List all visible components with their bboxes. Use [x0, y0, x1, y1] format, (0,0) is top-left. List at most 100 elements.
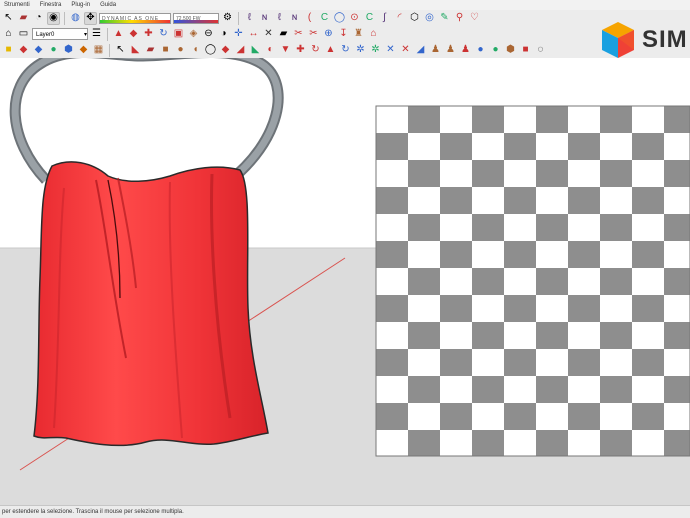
house-icon[interactable]: ⌂ — [367, 28, 380, 41]
circle-tool-icon[interactable]: ● — [47, 44, 60, 57]
pan-icon[interactable]: ✥ — [84, 11, 97, 25]
gradient-slider-track — [174, 19, 218, 23]
menu-strumenti[interactable]: Strumenti — [4, 0, 30, 10]
select-arrow-icon[interactable]: ↖ — [2, 12, 15, 25]
dims-icon[interactable]: ◣ — [249, 44, 262, 57]
section-tool-icon[interactable]: ● — [474, 44, 487, 57]
protractor-icon[interactable]: ◑ — [217, 28, 230, 41]
style-icon[interactable]: ◌ — [534, 44, 547, 57]
camera-icon[interactable]: ◉ — [47, 11, 60, 25]
section-icon[interactable]: ✂ — [292, 28, 305, 41]
offset-icon[interactable]: ◈ — [187, 28, 200, 41]
eraser-icon[interactable]: ▰ — [17, 12, 30, 25]
arc-icon[interactable]: ◜ — [393, 12, 406, 25]
move-icon[interactable]: ✚ — [142, 28, 155, 41]
pushpull-icon[interactable]: ▲ — [112, 28, 125, 41]
layer-selector[interactable]: Layer0 ▾ — [32, 28, 88, 40]
axes-tool-icon[interactable]: ✚ — [294, 44, 307, 57]
toolbar-row-3: ■ ◆ ◆ ● ⬢ ◆ ▦ ↖ ◣ ▰ ■ ● ◖ ◯ ◆ ◢ ◣ ◐ ▼ ✚ … — [0, 42, 560, 58]
walk-icon[interactable]: ♟ — [429, 44, 442, 57]
tape-tool-icon[interactable]: ◢ — [234, 44, 247, 57]
house-icon[interactable]: ⌂ — [2, 28, 15, 41]
google-earth-icon[interactable]: ● — [489, 44, 502, 57]
sketch-curve-icon[interactable]: ℓ — [243, 12, 256, 25]
previous-icon[interactable]: ✕ — [399, 44, 412, 57]
sketch-curve-icon[interactable]: ɴ — [258, 12, 271, 25]
pan-tool-icon[interactable]: ↻ — [339, 44, 352, 57]
arc-icon[interactable]: ( — [303, 12, 316, 25]
position-camera-icon[interactable]: ♟ — [459, 44, 472, 57]
rotate-icon[interactable]: ↻ — [157, 28, 170, 41]
wrench-icon[interactable]: ⚙ — [221, 12, 234, 25]
polygon-icon[interactable]: ⬡ — [408, 12, 421, 25]
menu-finestra[interactable]: Finestra — [40, 0, 62, 10]
3dtext-tool-icon[interactable]: ↻ — [309, 44, 322, 57]
3d-text-icon[interactable]: ▰ — [277, 28, 290, 41]
brand-text: SIM — [642, 26, 688, 53]
rotate-tool-icon[interactable]: ◖ — [189, 44, 202, 57]
menu-bar: Strumenti Finestra Plug-in Guida — [0, 0, 690, 10]
search-icon[interactable]: ⊕ — [322, 28, 335, 41]
circle-icon[interactable]: ◯ — [333, 12, 346, 25]
orbit-icon[interactable]: ◍ — [69, 12, 82, 25]
extension-icon[interactable]: ⬢ — [504, 44, 517, 57]
text-tool-icon[interactable]: ▼ — [279, 44, 292, 57]
sketch-curve-icon[interactable]: ℓ — [273, 12, 286, 25]
circle-icon[interactable]: ⊙ — [348, 12, 361, 25]
zoom-window-icon[interactable]: ✲ — [369, 44, 382, 57]
erase-tool-icon[interactable]: ▰ — [144, 44, 157, 57]
pencil-icon[interactable]: ✎ — [438, 12, 451, 25]
new-file-icon[interactable]: ▭ — [17, 28, 30, 41]
move-tool-icon[interactable]: ● — [174, 44, 187, 57]
warehouse-icon[interactable]: ♜ — [352, 28, 365, 41]
heart-icon[interactable]: ♡ — [468, 12, 481, 25]
follow-me-icon[interactable]: ◆ — [127, 28, 140, 41]
freehand-tool-icon[interactable]: ◆ — [77, 44, 90, 57]
line-icon[interactable]: ◆ — [17, 44, 30, 57]
checker-panel[interactable] — [375, 105, 690, 457]
axes-icon[interactable]: ✛ — [232, 28, 245, 41]
chevron-down-icon: ▾ — [83, 32, 87, 38]
paint-tool-icon[interactable]: ◣ — [129, 44, 142, 57]
arc-tool-icon[interactable]: ◆ — [32, 44, 45, 57]
scale-tool-icon[interactable]: ◯ — [204, 44, 217, 57]
protractor-tool-icon[interactable]: ◐ — [264, 44, 277, 57]
paint-bucket-icon[interactable]: ◔ — [32, 12, 45, 25]
zoom-extents-icon[interactable]: ✕ — [384, 44, 397, 57]
brand-cube-icon — [602, 22, 634, 58]
freehand-icon[interactable]: ∫ — [378, 12, 391, 25]
model-info-icon[interactable]: ↧ — [337, 28, 350, 41]
component-icon[interactable]: ▦ — [92, 44, 105, 57]
polygon-tool-icon[interactable]: ⬢ — [62, 44, 75, 57]
orbit-tool-icon[interactable]: ▲ — [324, 44, 337, 57]
paint-icon[interactable]: ✂ — [307, 28, 320, 41]
red-cloth[interactable] — [33, 161, 269, 447]
viewport-canvas[interactable] — [0, 58, 690, 505]
layout-icon[interactable]: ■ — [519, 44, 532, 57]
rectangle-icon[interactable]: ■ — [2, 44, 15, 57]
tape-icon[interactable]: ⊖ — [202, 28, 215, 41]
gradient-slider[interactable]: 72.500 FW — [173, 12, 219, 24]
arc-icon[interactable]: C — [363, 12, 376, 25]
offset-tool-icon[interactable]: ◆ — [219, 44, 232, 57]
style-slider-track — [100, 19, 170, 23]
next-icon[interactable]: ◢ — [414, 44, 427, 57]
menu-plugin[interactable]: Plug-in — [71, 0, 90, 10]
layer-selector-value: Layer0 — [36, 32, 55, 38]
layers-icon[interactable]: ☰ — [90, 28, 103, 41]
scale-icon[interactable]: ▣ — [172, 28, 185, 41]
text-icon[interactable]: ✕ — [262, 28, 275, 41]
wrench-icon[interactable]: ⚲ — [453, 12, 466, 25]
push-icon[interactable]: ■ — [159, 44, 172, 57]
menu-guida[interactable]: Guida — [100, 0, 116, 10]
select-icon[interactable]: ↖ — [114, 44, 127, 57]
arc-icon[interactable]: C — [318, 12, 331, 25]
model-viewport[interactable] — [0, 58, 690, 505]
style-slider[interactable]: DYNAMIC AS ONE — [99, 12, 171, 24]
zoom-icon[interactable]: ◎ — [423, 12, 436, 25]
zoom-tool-icon[interactable]: ✲ — [354, 44, 367, 57]
status-hint: per estendere la selezione. Trascina il … — [2, 509, 184, 515]
look-icon[interactable]: ♟ — [444, 44, 457, 57]
dimension-icon[interactable]: ↔ — [247, 28, 260, 41]
sketch-curve-icon[interactable]: ɴ — [288, 12, 301, 25]
